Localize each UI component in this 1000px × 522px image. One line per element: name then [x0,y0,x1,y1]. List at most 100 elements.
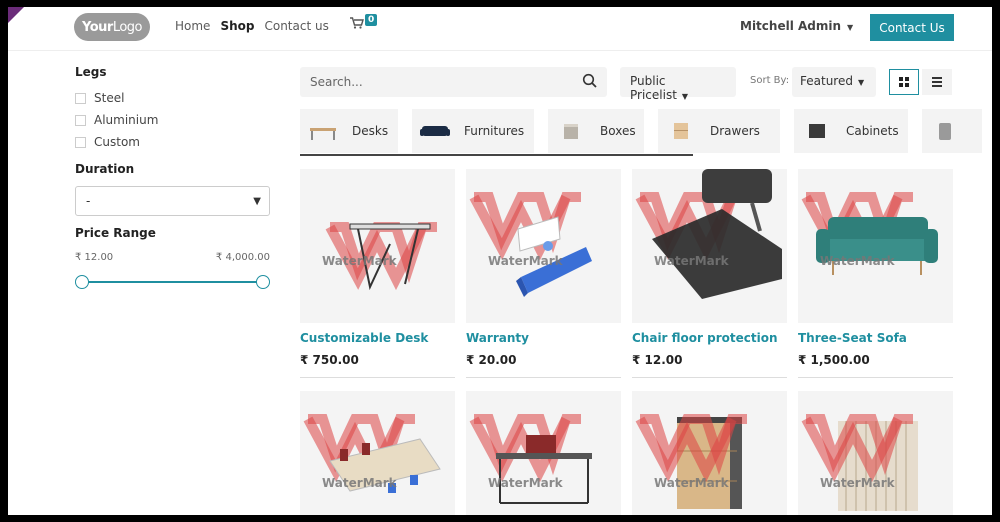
category-more[interactable] [922,109,982,153]
option-label: Steel [94,91,125,105]
cabinet-thumbnail [809,124,825,138]
legs-filter-title: Legs [75,65,107,79]
user-menu[interactable]: Mitchell Admin ▼ [740,19,853,33]
product-card[interactable]: WaterMark Customizable Desk ₹ 750.00 [300,169,455,378]
watermark-text: WaterMark [322,254,398,268]
checkbox[interactable] [75,92,86,104]
cart-link[interactable]: 0 [350,14,378,29]
category-label: Furnitures [464,124,525,138]
product-card[interactable]: WaterMark Three-Seat Sofa ₹ 1,500.00 [798,169,953,378]
list-view-toggle[interactable] [922,69,952,95]
duration-value: - [86,194,91,208]
slider-max-handle[interactable] [256,275,270,289]
product-name[interactable]: Warranty [466,331,621,345]
category-label: Cabinets [846,124,899,138]
duration-filter-title: Duration [75,162,135,176]
category-label: Boxes [600,124,636,138]
product-card[interactable]: WaterMark [798,391,953,515]
legs-option-custom[interactable]: Custom [75,131,275,153]
category-boxes[interactable]: Boxes [548,109,644,153]
product-card[interactable]: WaterMark [632,391,787,515]
nav-contact[interactable]: Contact us [264,19,328,33]
checkbox[interactable] [75,114,86,126]
sort-value: Featured [800,74,853,88]
product-price: ₹ 750.00 [300,353,359,367]
price-max: ₹ 4,000.00 [215,252,270,263]
card-divider [798,377,953,378]
pricelist-dropdown[interactable]: Public Pricelist ▼ [620,67,736,102]
product-image[interactable]: WaterMark [466,169,621,323]
product-name[interactable]: Customizable Desk [300,331,455,345]
card-divider [300,377,455,378]
grid-view-toggle[interactable] [889,69,919,95]
caret-down-icon: ▼ [847,23,854,32]
category-bar: Desks Furnitures Boxes Drawers Cabinets [300,109,992,155]
slider-min-handle[interactable] [75,275,89,289]
filter-sidebar: Legs Steel Aluminium Custom Duration - ▼… [75,65,275,289]
caret-down-icon: ▼ [857,78,865,87]
option-label: Aluminium [94,113,159,127]
caret-down-icon: ▼ [681,92,689,101]
watermark-text: WaterMark [488,254,564,268]
category-desks[interactable]: Desks [300,109,398,153]
product-card[interactable]: WaterMark Chair floor protection ₹ 12.00 [632,169,787,378]
price-range-title: Price Range [75,226,156,240]
price-range-slider[interactable] [75,275,270,289]
nav-shop[interactable]: Shop [220,19,254,33]
product-card[interactable]: WaterMark [300,391,455,515]
logo-text-light: Logo [112,19,143,35]
caret-down-icon: ▼ [253,196,261,207]
category-furnitures[interactable]: Furnitures [412,109,534,153]
search-icon[interactable] [582,73,598,89]
top-header: YourLogo Home Shop Contact us 0 Mitchell… [8,7,992,51]
site-logo[interactable]: YourLogo [74,13,150,41]
category-label: Drawers [710,124,760,138]
grid-icon [899,77,909,87]
main-nav: Home Shop Contact us [175,19,329,33]
sort-label: Sort By: [750,75,790,86]
sort-dropdown[interactable]: Featured ▼ [792,67,876,97]
drawer-thumbnail [674,123,688,139]
watermark-text: WaterMark [820,476,896,490]
duration-select[interactable]: - ▼ [75,186,270,216]
watermark-text: WaterMark [820,254,896,268]
product-image[interactable]: WaterMark [300,169,455,323]
product-image[interactable]: WaterMark [466,391,621,515]
product-name[interactable]: Chair floor protection [632,331,787,345]
list-icon [932,77,942,87]
product-image[interactable]: WaterMark [798,391,953,515]
desk-thumbnail [310,128,336,140]
watermark-text: WaterMark [488,476,564,490]
category-cabinets[interactable]: Cabinets [794,109,908,153]
legs-option-steel[interactable]: Steel [75,87,275,109]
category-label: Desks [352,124,389,138]
checkbox[interactable] [75,136,86,148]
nav-home[interactable]: Home [175,19,210,33]
watermark-text: WaterMark [322,476,398,490]
product-name[interactable]: Three-Seat Sofa [798,331,953,345]
product-image[interactable]: WaterMark [300,391,455,515]
search-input[interactable] [310,74,570,90]
contact-us-button[interactable]: Contact Us [870,14,954,41]
search-box [300,67,607,97]
app-frame: YourLogo Home Shop Contact us 0 Mitchell… [8,7,992,515]
product-image[interactable]: WaterMark [632,169,787,323]
product-price: ₹ 12.00 [632,353,683,367]
product-price: ₹ 1,500.00 [798,353,870,367]
legs-option-aluminium[interactable]: Aluminium [75,109,275,131]
category-scroll-indicator [300,154,693,156]
card-divider [466,377,621,378]
product-image[interactable]: WaterMark [798,169,953,323]
product-card[interactable]: WaterMark [466,391,621,515]
watermark-text: WaterMark [654,476,730,490]
category-drawers[interactable]: Drawers [658,109,780,153]
product-card[interactable]: WaterMark Warranty ₹ 20.00 [466,169,621,378]
cart-icon [350,17,364,29]
product-image[interactable]: WaterMark [632,391,787,515]
product-price: ₹ 20.00 [466,353,517,367]
option-label: Custom [94,135,140,149]
bin-thumbnail [939,123,951,140]
watermark-text: WaterMark [654,254,730,268]
sofa-thumbnail [420,126,450,136]
pricelist-value: Public Pricelist [630,74,677,102]
